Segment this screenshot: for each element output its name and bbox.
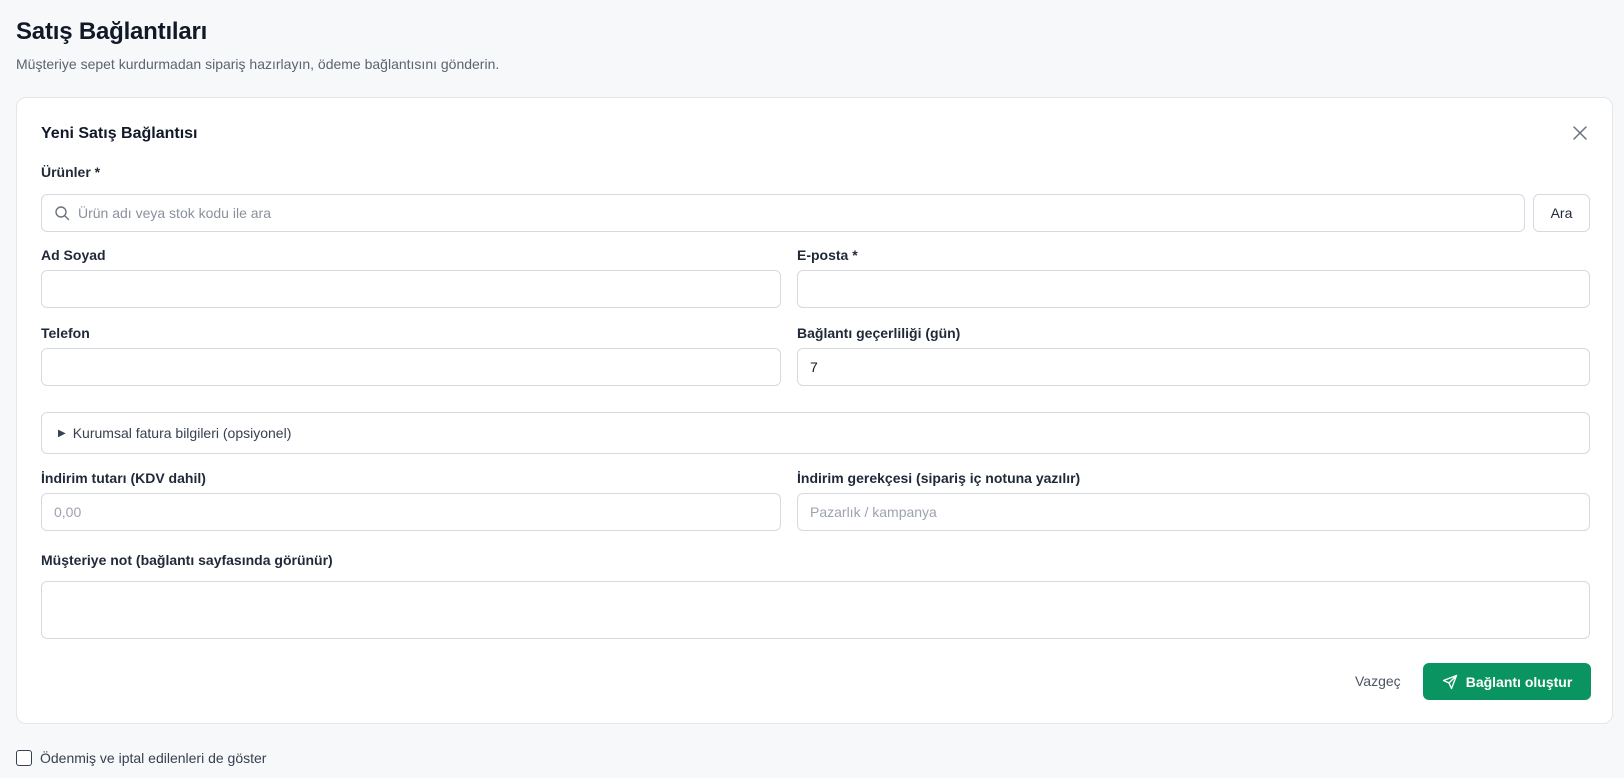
create-link-button[interactable]: Bağlantı oluştur <box>1423 663 1591 700</box>
validity-label: Bağlantı geçerliliği (gün) <box>797 325 961 341</box>
search-button[interactable]: Ara <box>1533 194 1590 232</box>
customer-note-label: Müşteriye not (bağlantı sayfasında görün… <box>41 552 333 568</box>
show-paid-cancelled-label: Ödenmiş ve iptal edilenleri de göster <box>40 750 267 766</box>
page-header: Satış Bağlantıları Müşteriye sepet kurdu… <box>16 18 499 72</box>
caret-right-icon: ▶ <box>58 427 66 439</box>
search-icon <box>55 206 70 221</box>
name-input[interactable] <box>41 270 781 308</box>
card-title: Yeni Satış Bağlantısı <box>41 125 198 142</box>
product-search-input[interactable] <box>78 195 1518 231</box>
product-search-field[interactable] <box>41 194 1525 232</box>
corporate-invoice-toggle[interactable]: ▶ Kurumsal fatura bilgileri (opsiyonel) <box>41 412 1590 454</box>
discount-reason-input[interactable] <box>797 493 1590 531</box>
phone-label: Telefon <box>41 325 90 341</box>
close-button[interactable] <box>1570 123 1590 143</box>
new-sales-link-card: Yeni Satış Bağlantısı Ürünler * Ara Ad S… <box>16 97 1613 724</box>
show-paid-cancelled-checkbox[interactable] <box>16 750 32 766</box>
email-input[interactable] <box>797 270 1590 308</box>
email-label: E-posta * <box>797 247 858 263</box>
discount-amount-label: İndirim tutarı (KDV dahil) <box>41 470 206 486</box>
discount-amount-input[interactable] <box>41 493 781 531</box>
send-icon <box>1442 674 1457 689</box>
products-label: Ürünler * <box>41 164 101 180</box>
cancel-button[interactable]: Vazgeç <box>1347 663 1409 699</box>
customer-note-textarea[interactable] <box>41 581 1590 639</box>
page-title: Satış Bağlantıları <box>16 18 208 45</box>
discount-reason-label: İndirim gerekçesi (sipariş iç notuna yaz… <box>797 470 1081 486</box>
validity-days-input[interactable] <box>797 348 1590 386</box>
show-paid-cancelled-option[interactable]: Ödenmiş ve iptal edilenleri de göster <box>16 750 266 766</box>
page-subtitle: Müşteriye sepet kurdurmadan sipariş hazı… <box>16 56 500 72</box>
close-icon <box>1573 126 1587 140</box>
phone-input[interactable] <box>41 348 781 386</box>
name-label: Ad Soyad <box>41 247 106 263</box>
create-link-label: Bağlantı oluştur <box>1465 673 1573 690</box>
corporate-invoice-label: Kurumsal fatura bilgileri (opsiyonel) <box>72 425 292 441</box>
